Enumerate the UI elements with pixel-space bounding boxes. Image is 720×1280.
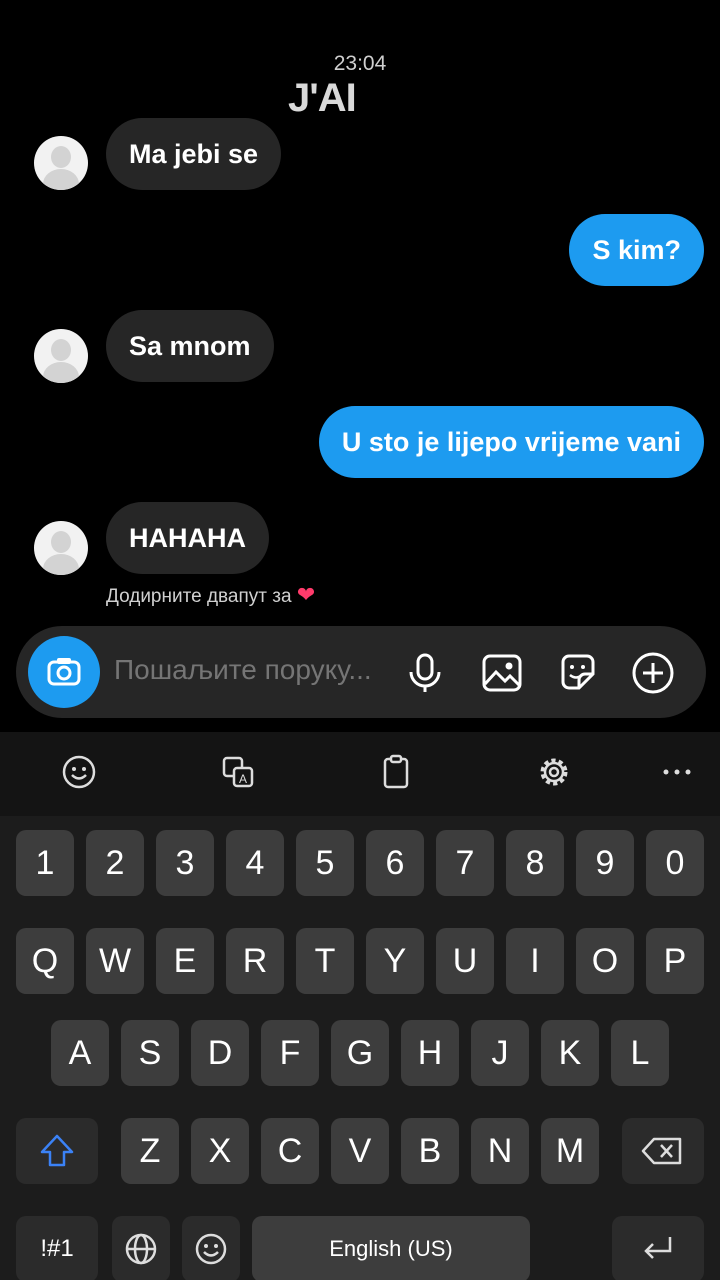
message-outgoing[interactable]: S kim?	[569, 214, 704, 286]
double-tap-hint-text: Додирните двапут за	[106, 586, 292, 607]
letter-key-r[interactable]: R	[226, 928, 284, 994]
message-incoming[interactable]: Sa mnom	[106, 310, 274, 382]
letter-key-y[interactable]: Y	[366, 928, 424, 994]
letter-key-h[interactable]: H	[401, 1020, 459, 1086]
clipboard-icon[interactable]	[376, 752, 416, 792]
letter-key-n[interactable]: N	[471, 1118, 529, 1184]
globe-icon	[125, 1233, 157, 1265]
shift-key[interactable]	[16, 1118, 98, 1184]
letter-key-i[interactable]: I	[506, 928, 564, 994]
status-time: 23:04	[333, 52, 387, 75]
message-input[interactable]	[114, 654, 394, 686]
emoji-key[interactable]	[182, 1216, 240, 1280]
letter-key-b[interactable]: B	[401, 1118, 459, 1184]
emoji-icon[interactable]	[59, 752, 99, 792]
backspace-key[interactable]	[622, 1118, 704, 1184]
number-key-4[interactable]: 4	[226, 830, 284, 896]
letter-key-q[interactable]: Q	[16, 928, 74, 994]
letter-key-t[interactable]: T	[296, 928, 354, 994]
letter-key-o[interactable]: O	[576, 928, 634, 994]
letter-key-p[interactable]: P	[646, 928, 704, 994]
message-incoming[interactable]: HAHAHA	[106, 502, 269, 574]
enter-key[interactable]	[612, 1216, 704, 1280]
symbols-key[interactable]: !#1	[16, 1216, 98, 1280]
plus-icon[interactable]	[630, 650, 676, 696]
space-key[interactable]: English (US)	[252, 1216, 530, 1280]
keyboard-toolbar: A	[0, 732, 720, 816]
letter-key-e[interactable]: E	[156, 928, 214, 994]
message-incoming[interactable]: Ma jebi se	[106, 118, 282, 190]
settings-icon[interactable]	[534, 752, 574, 792]
shift-icon	[40, 1134, 74, 1167]
letter-key-k[interactable]: K	[541, 1020, 599, 1086]
gallery-icon[interactable]	[479, 650, 525, 696]
letter-key-f[interactable]: F	[261, 1020, 319, 1086]
letter-key-j[interactable]: J	[471, 1020, 529, 1086]
heart-icon: ❤	[296, 582, 316, 607]
letter-key-d[interactable]: D	[191, 1020, 249, 1086]
sticker-icon[interactable]	[555, 650, 601, 696]
svg-text:A: A	[239, 772, 247, 786]
letter-key-m[interactable]: M	[541, 1118, 599, 1184]
number-key-0[interactable]: 0	[646, 830, 704, 896]
emoji-key-icon	[195, 1233, 227, 1265]
number-key-1[interactable]: 1	[16, 830, 74, 896]
number-key-8[interactable]: 8	[506, 830, 564, 896]
globe-key[interactable]	[112, 1216, 170, 1280]
letter-key-c[interactable]: C	[261, 1118, 319, 1184]
number-key-2[interactable]: 2	[86, 830, 144, 896]
letter-key-a[interactable]: A	[51, 1020, 109, 1086]
more-icon[interactable]	[657, 752, 697, 792]
camera-icon	[47, 658, 81, 686]
double-tap-hint: Додирните двапут за ❤	[106, 582, 315, 608]
avatar[interactable]	[34, 521, 88, 575]
letter-key-s[interactable]: S	[121, 1020, 179, 1086]
letter-key-u[interactable]: U	[436, 928, 494, 994]
translate-icon[interactable]: A	[218, 752, 258, 792]
number-key-7[interactable]: 7	[436, 830, 494, 896]
letter-key-g[interactable]: G	[331, 1020, 389, 1086]
avatar[interactable]	[34, 329, 88, 383]
letter-key-x[interactable]: X	[191, 1118, 249, 1184]
letter-key-v[interactable]: V	[331, 1118, 389, 1184]
avatar[interactable]	[34, 136, 88, 190]
letter-key-z[interactable]: Z	[121, 1118, 179, 1184]
camera-button[interactable]	[28, 636, 100, 708]
number-key-6[interactable]: 6	[366, 830, 424, 896]
enter-icon	[644, 1237, 672, 1259]
letter-key-w[interactable]: W	[86, 928, 144, 994]
number-key-9[interactable]: 9	[576, 830, 634, 896]
message-composer	[16, 626, 706, 718]
keyboard: A 1234567890QWERTYUIOPASDFGHJKLZXCVBNM !…	[0, 732, 720, 1280]
microphone-icon[interactable]	[402, 650, 448, 696]
backspace-icon	[641, 1137, 682, 1165]
letter-key-l[interactable]: L	[611, 1020, 669, 1086]
number-key-3[interactable]: 3	[156, 830, 214, 896]
number-key-5[interactable]: 5	[296, 830, 354, 896]
message-outgoing[interactable]: U sto je lijepo vrijeme vani	[318, 406, 704, 478]
overlay-title: J'AI	[288, 76, 357, 120]
